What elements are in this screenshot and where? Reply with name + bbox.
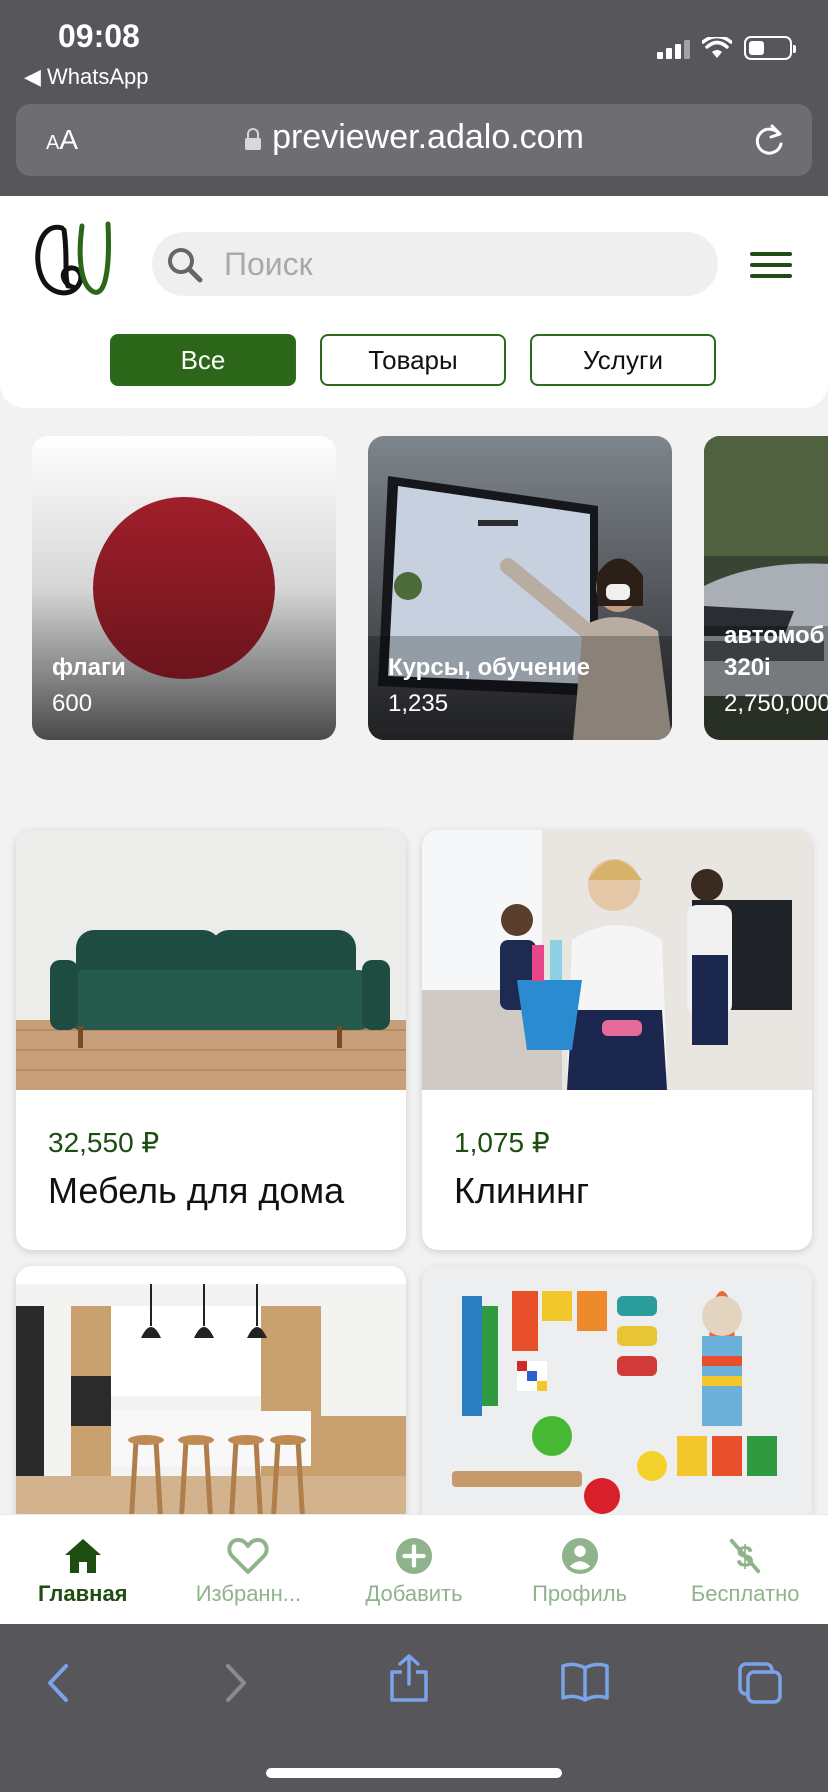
category-title: автомоб [724,622,825,649]
category-title: Курсы, обучение [388,654,590,681]
back-to-app-link[interactable]: ◀ WhatsApp [24,64,149,90]
product-name: Мебель для дома [48,1170,345,1211]
no-dollar-icon: $ [729,1538,761,1573]
product-card-kitchen[interactable] [16,1266,406,1526]
tab-goods[interactable]: Товары [320,334,506,386]
nav-add[interactable]: Добавить [331,1515,497,1624]
cellular-signal-icon [657,37,690,59]
wifi-icon [702,37,732,58]
category-title-line2: 320i [724,654,771,681]
category-title: флаги [52,654,126,681]
nav-add-label: Добавить [365,1581,463,1606]
lock-icon [244,128,262,150]
category-card-flags[interactable]: флаги 600 [32,436,336,740]
filter-tabs: Все Товары Услуги [110,334,716,386]
search-input[interactable] [224,242,694,286]
tab-all[interactable]: Все [110,334,296,386]
tabs-icon[interactable] [736,1660,784,1706]
url-text: previewer.adalo.com [272,118,584,156]
category-count: 1,235 [388,690,449,717]
bookmarks-icon[interactable] [560,1660,610,1704]
share-icon[interactable] [388,1652,430,1704]
plus-circle-icon [395,1537,433,1575]
url-bar[interactable]: AA previewer.adalo.com [16,104,812,176]
forward-arrow-icon[interactable] [218,1660,254,1706]
heart-icon [227,1537,269,1574]
category-card-cars[interactable]: автомоб 320i 2,750,000 [704,436,828,740]
back-app-label: WhatsApp [47,64,149,89]
product-name: Клининг [454,1170,590,1211]
nav-home[interactable]: Главная [0,1515,166,1624]
app-header: Все Товары Услуги [0,196,828,408]
battery-icon [744,36,796,60]
category-carousel[interactable]: флаги 600 Курсы, обучение 1,235 автомоб … [32,436,828,742]
home-icon [64,1539,101,1573]
search-icon [168,248,203,283]
bottom-navigation: Главная Избранн... Добавить Профиль $ Бе… [0,1514,828,1624]
status-icons [657,36,796,60]
search-bar[interactable] [152,232,718,296]
browser-bottom-toolbar [0,1624,828,1792]
status-time: 09:08 [58,18,140,54]
product-price: 32,550 ₽ [48,1127,160,1158]
product-price: 1,075 ₽ [454,1127,550,1158]
category-count: 2,750,000 [724,690,828,717]
product-card-furniture[interactable]: 32,550 ₽ Мебель для дома [16,830,406,1250]
home-indicator[interactable] [266,1768,562,1778]
nav-free-label: Бесплатно [690,1581,800,1606]
nav-favorites[interactable]: Избранн... [166,1515,332,1624]
category-card-courses[interactable]: Курсы, обучение 1,235 [368,436,672,740]
product-image [16,1266,406,1526]
profile-icon [561,1537,598,1575]
reload-icon[interactable] [752,122,786,158]
product-image [422,830,812,1090]
nav-profile-label: Профиль [532,1581,628,1606]
nav-home-label: Главная [38,1581,128,1606]
category-count: 600 [52,690,93,717]
nav-free[interactable]: $ Бесплатно [662,1515,828,1624]
product-card-cleaning[interactable]: 1,075 ₽ Клининг [422,830,812,1250]
back-arrow-icon[interactable] [40,1660,76,1706]
product-card-toys[interactable] [422,1266,812,1526]
tab-services[interactable]: Услуги [530,334,716,386]
hamburger-menu-icon[interactable] [750,252,792,285]
product-image [422,1266,812,1526]
app-logo[interactable] [34,216,114,302]
browser-top-chrome: 09:08 ◀ WhatsApp AA previewer.adalo.com [0,0,828,196]
nav-profile[interactable]: Профиль [497,1515,663,1624]
nav-favorites-label: Избранн... [195,1581,302,1606]
product-image [16,830,406,1090]
